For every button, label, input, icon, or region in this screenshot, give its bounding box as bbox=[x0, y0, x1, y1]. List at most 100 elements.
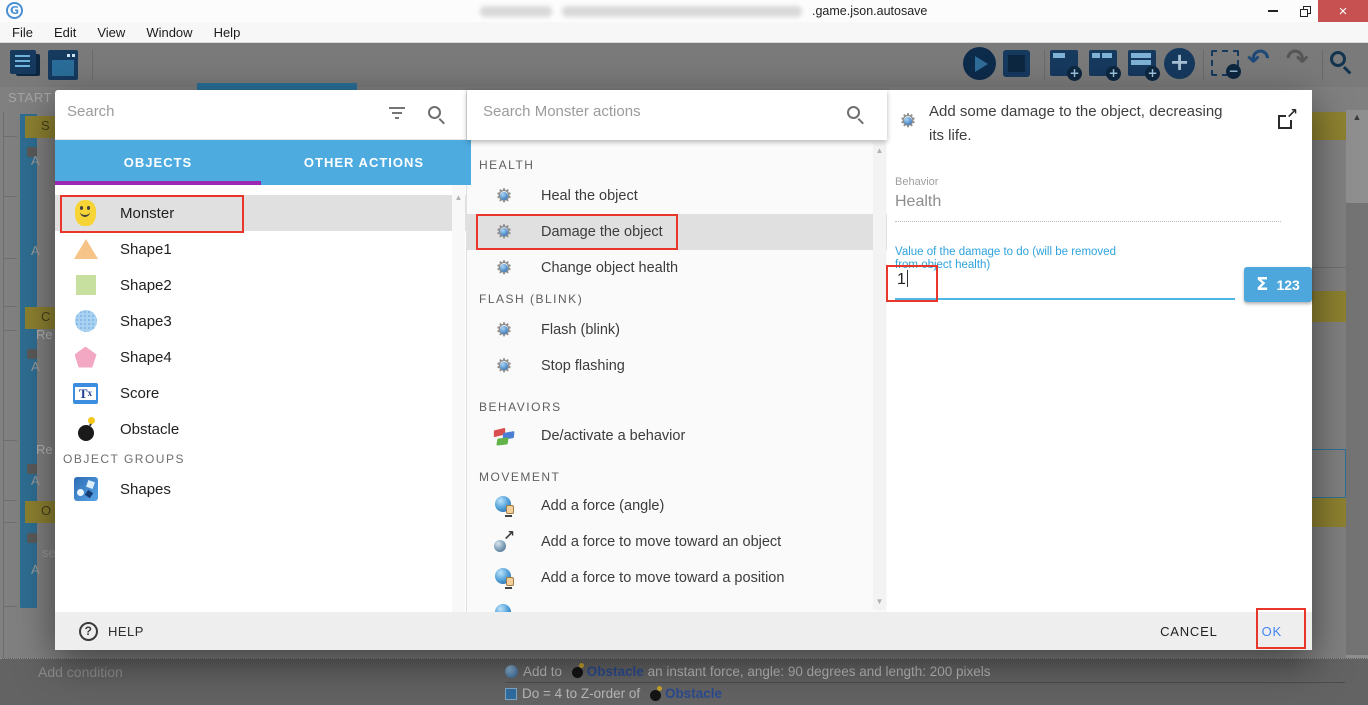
action-row-add-force-angle[interactable]: Add a force (angle) bbox=[467, 488, 887, 524]
minus-icon: − bbox=[1226, 64, 1241, 79]
app-window: G .game.json.autosave × File Edit View W… bbox=[0, 0, 1368, 705]
add-event-button[interactable]: + bbox=[1050, 50, 1078, 76]
remove-event-button[interactable]: − bbox=[1211, 50, 1239, 76]
object-list-scrollbar[interactable]: ▲ bbox=[452, 185, 465, 612]
event-text-fragment: Re bbox=[36, 327, 53, 342]
text-object-icon: Tx bbox=[73, 383, 98, 404]
action-row-add-force-toward-position[interactable]: Add a force to move toward a position bbox=[467, 560, 887, 596]
z-order-icon bbox=[505, 688, 517, 700]
search-icon[interactable] bbox=[847, 106, 865, 124]
action-list-scrollbar[interactable]: ▲ ▼ bbox=[873, 142, 886, 610]
object-row-shape2[interactable]: Shape2 bbox=[55, 267, 466, 303]
minimize-button[interactable] bbox=[1258, 0, 1288, 22]
search-icon[interactable] bbox=[428, 106, 446, 124]
cancel-button[interactable]: CANCEL bbox=[1160, 624, 1218, 639]
action-row-partial[interactable] bbox=[467, 596, 887, 612]
tab-objects[interactable]: OBJECTS bbox=[55, 140, 261, 185]
action-row-change-health[interactable]: ⚙ Change object health bbox=[467, 250, 887, 286]
filter-icon[interactable] bbox=[388, 107, 406, 119]
force-icon bbox=[505, 665, 518, 678]
force-icon bbox=[495, 568, 514, 588]
window-title-text: .game.json.autosave bbox=[812, 4, 927, 18]
help-button[interactable]: ? HELP bbox=[79, 622, 144, 641]
add-condition-placeholder[interactable]: Add condition bbox=[38, 664, 123, 680]
undo-button[interactable]: ↶ bbox=[1247, 44, 1270, 75]
object-row-shape4[interactable]: Shape4 bbox=[55, 339, 466, 375]
action-row-stop-flashing[interactable]: ⚙ Stop flashing bbox=[467, 348, 887, 384]
menu-item-file[interactable]: File bbox=[9, 25, 36, 40]
expression-editor-button[interactable]: Σ 123 bbox=[1244, 267, 1312, 302]
object-row-monster[interactable]: Monster bbox=[55, 195, 466, 231]
redacted-title-segment bbox=[480, 6, 552, 17]
menu-item-edit[interactable]: Edit bbox=[51, 25, 79, 40]
field-divider bbox=[895, 221, 1281, 222]
gear-icon: ⚙ bbox=[493, 257, 515, 279]
action-parameters-panel: ⚙ Add some damage to the object, decreas… bbox=[887, 90, 1312, 612]
search-events-button[interactable] bbox=[1330, 51, 1354, 75]
object-row-shape1[interactable]: Shape1 bbox=[55, 231, 466, 267]
scrollbar-thumb[interactable] bbox=[1346, 203, 1368, 655]
bomb-icon bbox=[78, 425, 94, 441]
section-header-movement: MOVEMENT bbox=[467, 454, 887, 488]
action-row-damage[interactable]: ⚙ Damage the object bbox=[467, 214, 887, 250]
event-icon bbox=[27, 349, 37, 359]
toolbar-separator bbox=[1322, 50, 1323, 80]
debug-button[interactable] bbox=[1003, 50, 1030, 77]
scrollbar-up-arrow[interactable]: ▲ bbox=[873, 146, 886, 155]
scrollbar-up-arrow[interactable]: ▲ bbox=[452, 193, 465, 202]
object-list: Monster Shape1 Shape2 Shape3 Shape4 bbox=[55, 185, 466, 612]
sigma-icon: Σ bbox=[1256, 274, 1268, 295]
scrollbar-down-arrow[interactable]: ▼ bbox=[873, 597, 886, 606]
action-row-add-force-toward-object[interactable]: ↗ Add a force to move toward an object bbox=[467, 524, 887, 560]
action-label: Damage the object bbox=[541, 224, 663, 240]
selected-event-outline bbox=[1306, 449, 1346, 498]
open-in-new-icon[interactable]: ↗ bbox=[1277, 110, 1297, 130]
scene-tab-label[interactable]: START bbox=[8, 90, 52, 105]
action-row-deactivate-behavior[interactable]: De/activate a behavior bbox=[467, 418, 887, 454]
add-sub-event-button[interactable]: + bbox=[1089, 50, 1117, 76]
event-action-row[interactable]: Add to Obstacle an instant force, angle:… bbox=[505, 660, 1345, 682]
action-label: Change object health bbox=[541, 260, 678, 276]
menu-item-window[interactable]: Window bbox=[143, 25, 195, 40]
restore-button[interactable] bbox=[1290, 0, 1320, 22]
object-row-shapes-group[interactable]: Shapes bbox=[55, 471, 466, 507]
object-label: Score bbox=[120, 385, 159, 402]
behavior-field-value[interactable]: Health bbox=[895, 193, 941, 211]
preview-window-button[interactable] bbox=[48, 50, 78, 80]
add-new-event-button[interactable]: + bbox=[1164, 48, 1195, 79]
add-comment-button[interactable]: + bbox=[1128, 50, 1156, 76]
damage-value-input[interactable]: 1 bbox=[897, 270, 908, 289]
event-text-fragment: S bbox=[41, 118, 50, 133]
minimize-icon bbox=[1268, 10, 1278, 12]
redo-button[interactable]: ↷ bbox=[1286, 44, 1309, 75]
object-row-shape3[interactable]: Shape3 bbox=[55, 303, 466, 339]
menu-item-help[interactable]: Help bbox=[211, 25, 244, 40]
action-label: Add a force (angle) bbox=[541, 498, 664, 514]
ok-button[interactable]: OK bbox=[1262, 624, 1282, 639]
event-text-fragment: A bbox=[31, 243, 40, 258]
scrollbar-up-arrow[interactable]: ▲ bbox=[1346, 112, 1368, 122]
action-search-bar bbox=[467, 90, 887, 140]
play-button[interactable] bbox=[963, 47, 996, 80]
event-text-fragment: O bbox=[41, 503, 51, 518]
menu-item-view[interactable]: View bbox=[94, 25, 128, 40]
circle-icon bbox=[75, 310, 97, 332]
square-icon bbox=[76, 275, 96, 295]
object-label: Shape4 bbox=[120, 349, 172, 366]
bomb-icon bbox=[572, 667, 583, 678]
close-button[interactable]: × bbox=[1318, 0, 1368, 22]
object-tabs: OBJECTS OTHER ACTIONS bbox=[55, 140, 467, 185]
debug-icon bbox=[1008, 55, 1025, 72]
object-search-bar bbox=[55, 90, 466, 140]
object-row-score[interactable]: Tx Score bbox=[55, 375, 466, 411]
action-row-heal[interactable]: ⚙ Heal the object bbox=[467, 178, 887, 214]
event-action-row[interactable]: Do = 4 to Z-order of Obstacle bbox=[505, 682, 1345, 704]
object-row-obstacle[interactable]: Obstacle bbox=[55, 411, 466, 447]
tab-other-actions[interactable]: OTHER ACTIONS bbox=[261, 140, 467, 185]
object-group-icon bbox=[74, 477, 98, 501]
comment-row bbox=[1312, 112, 1346, 140]
object-search-input[interactable] bbox=[67, 103, 367, 120]
action-row-flash[interactable]: ⚙ Flash (blink) bbox=[467, 312, 887, 348]
action-search-input[interactable] bbox=[483, 103, 823, 120]
project-manager-button[interactable] bbox=[10, 50, 36, 74]
